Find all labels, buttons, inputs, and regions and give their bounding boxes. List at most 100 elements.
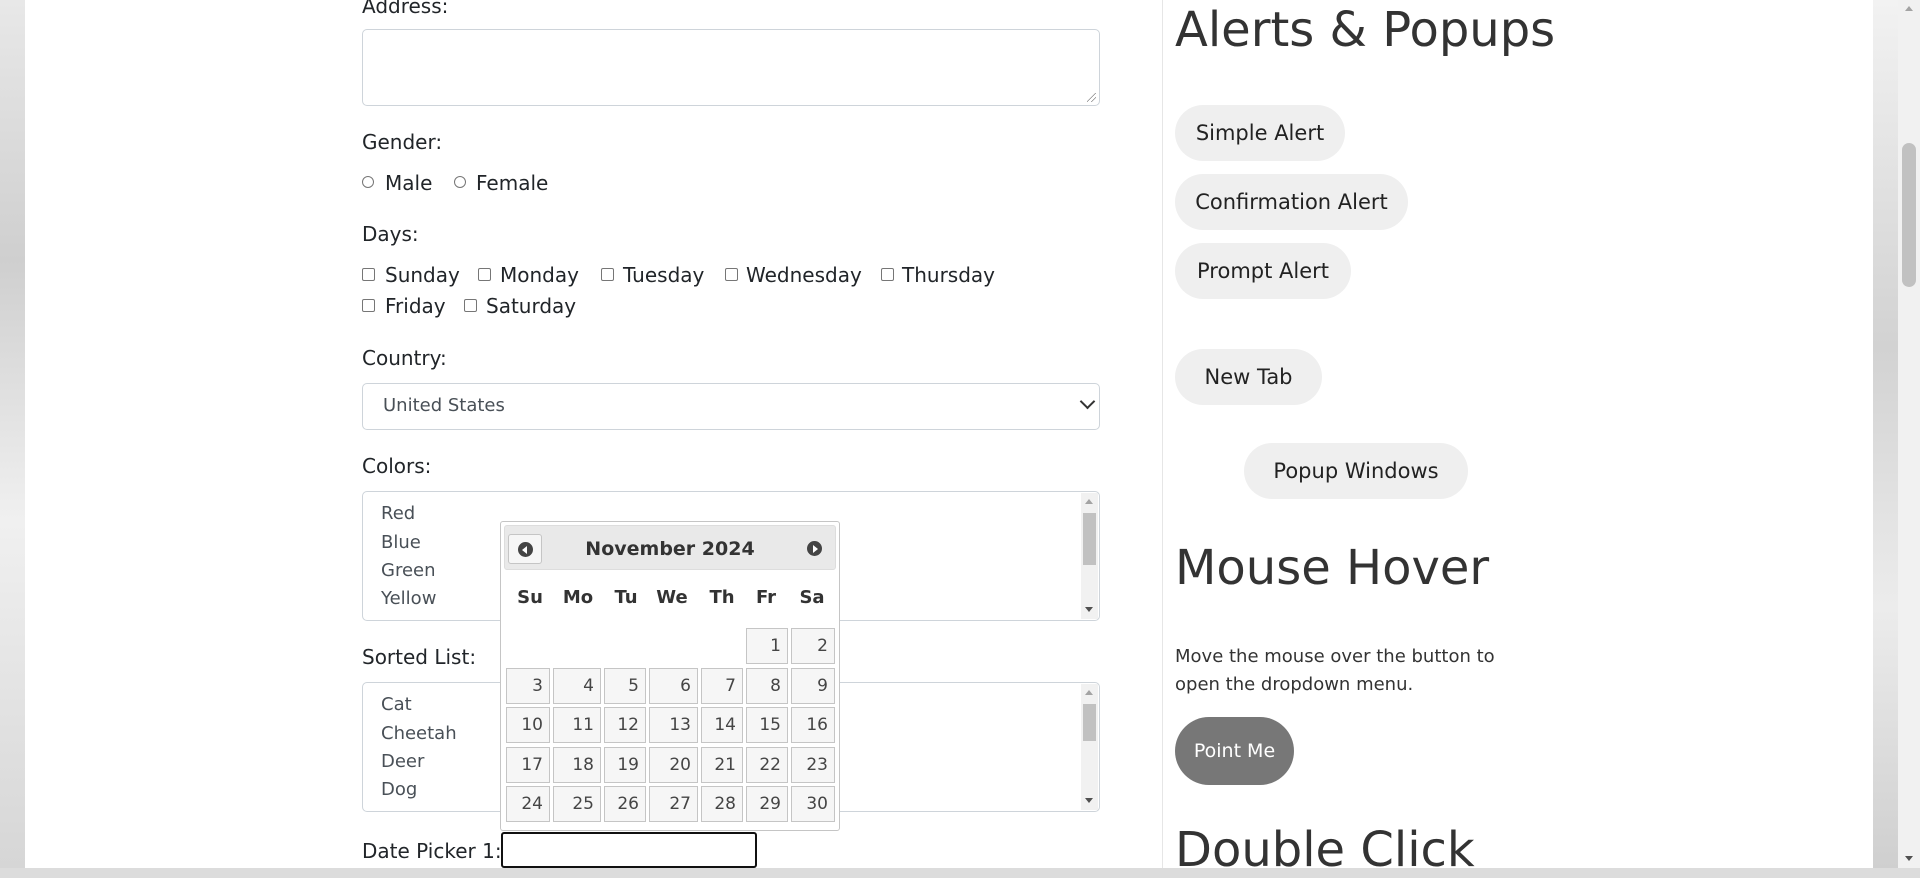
datepicker-popup: November 2024 Su Mo Tu We Th Fr Sa 1 2 3…: [500, 521, 840, 831]
calendar-day[interactable]: 1: [746, 628, 788, 664]
next-month-button[interactable]: [798, 534, 832, 564]
day-friday-label: Friday: [385, 294, 446, 318]
calendar-day[interactable]: 30: [791, 786, 835, 822]
address-label: Address:: [362, 0, 449, 18]
calendar-day[interactable]: 24: [506, 786, 550, 822]
day-wednesday-label: Wednesday: [746, 263, 862, 287]
new-tab-button[interactable]: New Tab: [1175, 349, 1322, 405]
calendar-day[interactable]: 2: [791, 628, 835, 664]
datepicker-title: November 2024: [585, 538, 755, 560]
calendar-day[interactable]: 16: [791, 707, 835, 743]
scroll-down-icon[interactable]: [1085, 798, 1093, 803]
days-label: Days:: [362, 222, 419, 246]
day-tuesday-label: Tuesday: [623, 263, 705, 287]
calendar-day[interactable]: 23: [791, 747, 835, 783]
colors-option[interactable]: Blue: [381, 532, 421, 553]
colors-option[interactable]: Green: [381, 560, 436, 581]
calendar-day[interactable]: 26: [604, 786, 646, 822]
colors-option[interactable]: Yellow: [381, 588, 436, 609]
calendar-day[interactable]: 19: [604, 747, 646, 783]
gender-label: Gender:: [362, 130, 443, 154]
sorted-scrollbar[interactable]: [1081, 684, 1098, 810]
calendar-day[interactable]: 29: [746, 786, 788, 822]
double-click-heading: Double Click: [1175, 822, 1475, 878]
day-tuesday-checkbox[interactable]: [601, 268, 614, 281]
point-me-button[interactable]: Point Me: [1175, 717, 1294, 785]
resize-grip-icon[interactable]: [1087, 93, 1096, 102]
mouse-hover-heading: Mouse Hover: [1175, 540, 1490, 596]
scroll-up-icon[interactable]: [1905, 6, 1913, 11]
sorted-scroll-thumb[interactable]: [1083, 704, 1096, 741]
calendar-day[interactable]: 13: [649, 707, 698, 743]
colors-label: Colors:: [362, 454, 432, 478]
calendar-day[interactable]: 3: [506, 668, 550, 704]
country-label: Country:: [362, 346, 447, 370]
day-saturday-checkbox[interactable]: [464, 299, 477, 312]
page-scroll-thumb[interactable]: [1902, 143, 1916, 287]
weekday-header: Sa: [799, 587, 825, 608]
weekday-header: Tu: [614, 587, 638, 608]
calendar-day[interactable]: 14: [701, 707, 743, 743]
page-scrollbar[interactable]: [1898, 0, 1920, 868]
gender-male-label: Male: [385, 171, 433, 195]
scroll-down-icon[interactable]: [1085, 607, 1093, 612]
country-selected-value: United States: [383, 395, 505, 416]
mouse-hover-description: Move the mouse over the button to open t…: [1175, 646, 1495, 695]
gender-female-radio[interactable]: [454, 176, 466, 188]
prompt-alert-button[interactable]: Prompt Alert: [1175, 243, 1351, 299]
calendar-day[interactable]: 21: [701, 747, 743, 783]
calendar-day[interactable]: 7: [701, 668, 743, 704]
scroll-up-icon[interactable]: [1085, 690, 1093, 695]
simple-alert-button[interactable]: Simple Alert: [1175, 105, 1345, 161]
day-wednesday-checkbox[interactable]: [725, 268, 738, 281]
colors-scroll-thumb[interactable]: [1083, 513, 1096, 565]
calendar-day[interactable]: 5: [604, 668, 646, 704]
calendar-day[interactable]: 6: [649, 668, 698, 704]
calendar-day[interactable]: 20: [649, 747, 698, 783]
calendar-day[interactable]: 27: [649, 786, 698, 822]
gender-female-label: Female: [476, 171, 549, 195]
day-monday-checkbox[interactable]: [478, 268, 491, 281]
day-thursday-label: Thursday: [902, 263, 995, 287]
colors-scrollbar[interactable]: [1081, 493, 1098, 619]
background-right: [1873, 0, 1898, 868]
chevron-down-icon: [1079, 393, 1096, 410]
sorted-option[interactable]: Cheetah: [381, 723, 457, 744]
weekday-header: Mo: [562, 587, 594, 608]
weekday-header: We: [656, 587, 688, 608]
scroll-down-icon[interactable]: [1905, 856, 1913, 861]
calendar-day[interactable]: 4: [553, 668, 601, 704]
column-divider: [1162, 0, 1163, 868]
gender-male-radio[interactable]: [362, 176, 374, 188]
calendar-day[interactable]: 22: [746, 747, 788, 783]
weekday-header: Th: [709, 587, 735, 608]
calendar-day[interactable]: 18: [553, 747, 601, 783]
calendar-day[interactable]: 28: [701, 786, 743, 822]
scroll-up-icon[interactable]: [1085, 499, 1093, 504]
sorted-option[interactable]: Deer: [381, 751, 424, 772]
day-sunday-checkbox[interactable]: [362, 268, 375, 281]
background-left: [0, 0, 25, 868]
calendar-day[interactable]: 9: [791, 668, 835, 704]
calendar-day[interactable]: 8: [746, 668, 788, 704]
datepicker1-label: Date Picker 1:: [362, 839, 502, 863]
sorted-option[interactable]: Cat: [381, 694, 412, 715]
calendar-day[interactable]: 17: [506, 747, 550, 783]
day-monday-label: Monday: [500, 263, 579, 287]
alerts-heading: Alerts & Popups: [1175, 2, 1556, 58]
colors-option[interactable]: Red: [381, 503, 415, 524]
calendar-day[interactable]: 10: [506, 707, 550, 743]
calendar-day[interactable]: 12: [604, 707, 646, 743]
datepicker1-input[interactable]: [501, 832, 757, 868]
country-select[interactable]: United States: [362, 383, 1100, 430]
day-thursday-checkbox[interactable]: [881, 268, 894, 281]
calendar-day[interactable]: 11: [553, 707, 601, 743]
weekday-header: Fr: [755, 587, 777, 608]
address-textarea[interactable]: [362, 29, 1100, 106]
day-friday-checkbox[interactable]: [362, 299, 375, 312]
popup-windows-button[interactable]: Popup Windows: [1244, 443, 1468, 499]
confirmation-alert-button[interactable]: Confirmation Alert: [1175, 174, 1408, 230]
calendar-day[interactable]: 15: [746, 707, 788, 743]
calendar-day[interactable]: 25: [553, 786, 601, 822]
sorted-option[interactable]: Dog: [381, 779, 417, 800]
